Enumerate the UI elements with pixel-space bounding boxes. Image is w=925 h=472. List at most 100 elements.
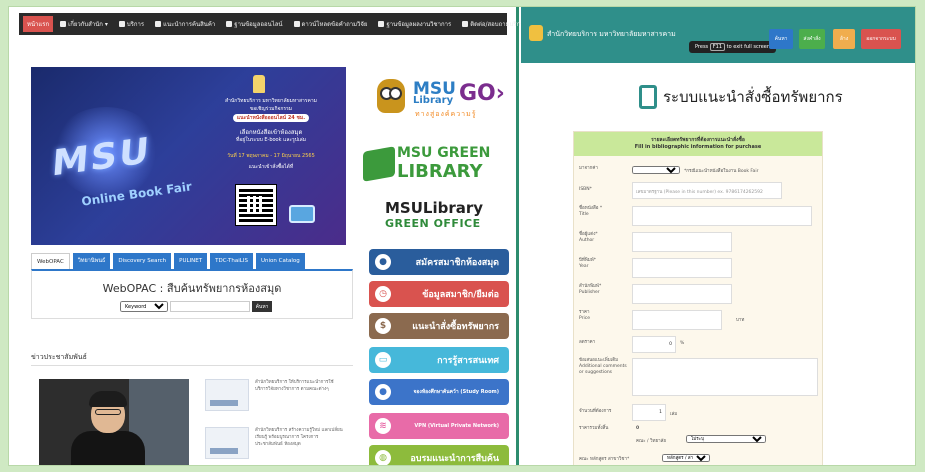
title-input[interactable]	[632, 206, 812, 226]
nav-item[interactable]: ฐานข้อมูลผลงานวิชาการ	[374, 16, 455, 32]
header-button[interactable]: ล้าง	[833, 29, 855, 49]
search-input[interactable]	[170, 301, 250, 312]
fullscreen-hint: Press F11 to exit full screen	[689, 41, 777, 53]
total-label: ราคารวมทั้งสิ้น	[579, 426, 609, 431]
author-label-th: ชื่อผู้แต่ง*	[579, 232, 598, 237]
comment-textarea[interactable]	[632, 358, 818, 396]
webopac-title: WebOPAC : สืบค้นทรัพยากรห้องสมุด	[102, 282, 282, 295]
fullscreen-rest: to exit full screen	[726, 44, 771, 50]
header-button[interactable]: ค้นหา	[769, 29, 793, 49]
quick-link-label: จองห้องศึกษาค้นคว้า (Study Room)	[413, 389, 499, 395]
news-text: สำนักวิทยบริการ สร้างความรู้ใหม่ แลกเปลี…	[255, 428, 343, 447]
quantity-input[interactable]: 1	[632, 404, 666, 421]
quick-link-button[interactable]: ▭ การรู้สารสนเทศ	[369, 347, 509, 373]
header-bar: สำนักวิทยบริการ มหาวิทยาลัยมหาสารคาม Pre…	[521, 7, 915, 63]
nav-item-label: ดาวน์โหลดข้อคำถามวิจัย	[301, 21, 368, 28]
quick-link-button[interactable]: ● จองห้องศึกษาค้นคว้า (Study Room)	[369, 379, 509, 405]
nav-item[interactable]: ฐานข้อมูลออนไลน์	[222, 16, 286, 32]
library-logo-icon	[529, 25, 543, 41]
msu-library-go-logo[interactable]: MSU Library GO› ทางสู่องค์ความรู้	[369, 73, 505, 125]
source-label: มาจากค่า	[579, 166, 598, 171]
quantity-label: จำนวนที่ต้องการ	[579, 409, 612, 414]
quick-link-label: ข้อมูลสมาชิก/ยืมต่อ	[422, 290, 499, 300]
nav-item-label: บริการ	[126, 21, 145, 28]
source-note: *กรณีแนะนำหนังสือในงาน Book Fair	[684, 169, 759, 174]
search-button[interactable]: ค้นหา	[252, 301, 272, 312]
tab-discovery-search[interactable]: Discovery Search	[113, 253, 172, 269]
nav-item-label: ติดต่อ/สอบถามบริการ	[470, 21, 527, 28]
banner-dates: วันที่ 17 พฤษภาคม - 17 มิถุนายน 2565	[227, 153, 315, 159]
top-navigation: หน้าแรก เกี่ยวกับสำนัก ▾ บริการ แนะนำการค้น…	[19, 13, 527, 35]
tab-tdc-thailis[interactable]: TDC-ThaiLIS	[210, 253, 253, 269]
author-label-en: Author	[579, 238, 595, 243]
isbn-input[interactable]: เลขมาตรฐาน (Please in this number) ex. 9…	[632, 182, 782, 199]
discount-input[interactable]: 0	[632, 336, 676, 353]
nav-item[interactable]: ติดต่อ/สอบถามบริการ	[458, 16, 531, 32]
tab-union-catalog[interactable]: Union Catalog	[255, 253, 305, 269]
nav-item[interactable]: บริการ	[115, 16, 148, 32]
news-thumbnail	[205, 379, 249, 411]
form-header: รายละเอียดทรัพยากรที่ต้องการแนะนำสั่งซื้…	[574, 132, 822, 156]
faculty-select[interactable]: ไม่ระบุ	[686, 435, 766, 443]
book-icon	[363, 146, 395, 182]
comment-label-en: Additional comments or suggestions	[579, 364, 627, 375]
source-select[interactable]	[632, 166, 680, 174]
price-label: ราคา Price	[579, 310, 629, 322]
year-input[interactable]	[632, 258, 732, 278]
news-video[interactable]	[39, 379, 189, 465]
search-type-select[interactable]: Keyword	[120, 301, 168, 312]
banner-line5: แนะนำเข้าสั่งซื้อได้ที่	[248, 164, 294, 170]
office-line1: MSULibrary	[385, 199, 484, 217]
form-header-english: Fill in bibliographic information for pu…	[634, 144, 762, 150]
nav-item[interactable]: หน้าแรก	[23, 16, 54, 32]
title-label-th: ชื่อหนังสือ *	[579, 206, 603, 211]
office-line2: GREEN OFFICE	[385, 217, 481, 230]
year-label-en: Year	[579, 264, 589, 269]
fullscreen-key: F11	[709, 43, 726, 51]
quick-link-button[interactable]: ≋ VPN (Virtual Private Network)	[369, 413, 509, 439]
nav-item[interactable]: เกี่ยวกับสำนัก ▾	[56, 16, 112, 32]
nav-item[interactable]: แนะนำการค้นสินค้า	[151, 16, 219, 32]
quick-link-label: การรู้สารสนเทศ	[437, 356, 499, 366]
quick-link-label: VPN (Virtual Private Network)	[414, 423, 499, 429]
price-label-th: ราคา	[579, 310, 590, 315]
nav-item[interactable]: ดาวน์โหลดข้อคำถามวิจัย	[290, 16, 372, 32]
quick-link-button[interactable]: ◍ อบรมแนะนำการสืบค้น	[369, 445, 509, 465]
computer-icon	[289, 205, 315, 223]
person-icon: ●	[375, 384, 391, 400]
header-button[interactable]: ออกจากระบบ	[861, 29, 901, 49]
quick-link-button[interactable]: ● สมัครสมาชิกห้องสมุด	[369, 249, 509, 275]
header-button[interactable]: ส่งคำสั่ง	[799, 29, 825, 49]
program-select[interactable]: หลักสูตร / สาขาวิชา	[662, 454, 710, 462]
author-input[interactable]	[632, 232, 732, 252]
online-book-fair-banner[interactable]: MSU Online Book Fair สำนักวิทยบริการ มหา…	[31, 67, 346, 245]
nav-item-label: เกี่ยวกับสำนัก ▾	[68, 21, 108, 28]
id-card-icon: ▭	[375, 352, 391, 368]
nav-icon	[293, 21, 300, 27]
nav-item-label: หน้าแรก	[27, 21, 50, 28]
tab-thesis[interactable]: วิทยานิพนธ์	[72, 253, 111, 269]
title-label: ชื่อหนังสือ * Title	[579, 206, 629, 218]
clock-icon: ◷	[375, 286, 391, 302]
tab-pulinet[interactable]: PULINET	[174, 253, 208, 269]
green-office-logo[interactable]: MSULibrary GREEN OFFICE	[385, 199, 505, 230]
faculty-label: คณะ / วิทยาลัย	[636, 439, 667, 444]
price-input[interactable]	[632, 310, 722, 330]
publisher-label-th: สำนักพิมพ์*	[579, 284, 602, 289]
quick-link-button[interactable]: ◷ ข้อมูลสมาชิก/ยืมต่อ	[369, 281, 509, 307]
quick-link-label: อบรมแนะนำการสืบค้น	[410, 454, 499, 464]
msu-green-library-logo[interactable]: MSU GREEN LIBRARY	[363, 143, 503, 191]
nav-icon	[226, 21, 233, 27]
dollar-icon: $	[375, 318, 391, 334]
tab-webopac[interactable]: WebOPAC	[31, 253, 70, 269]
purchase-form: รายละเอียดทรัพยากรที่ต้องการแนะนำสั่งซื้…	[573, 131, 823, 465]
screenshot-frame: หน้าแรก เกี่ยวกับสำนัก ▾ บริการ แนะนำการค้น…	[8, 6, 916, 466]
quick-link-button[interactable]: $ แนะนำสั่งซื้อทรัพยากร	[369, 313, 509, 339]
search-tabs: WebOPAC วิทยานิพนธ์ Discovery Search PULINE…	[31, 253, 353, 269]
nav-item-label: แนะนำการค้นสินค้า	[163, 21, 216, 28]
nav-icon	[155, 21, 162, 27]
discount-unit: %	[680, 341, 685, 346]
video-person-body	[71, 431, 145, 465]
publisher-input[interactable]	[632, 284, 732, 304]
price-unit: บาท	[736, 318, 745, 323]
